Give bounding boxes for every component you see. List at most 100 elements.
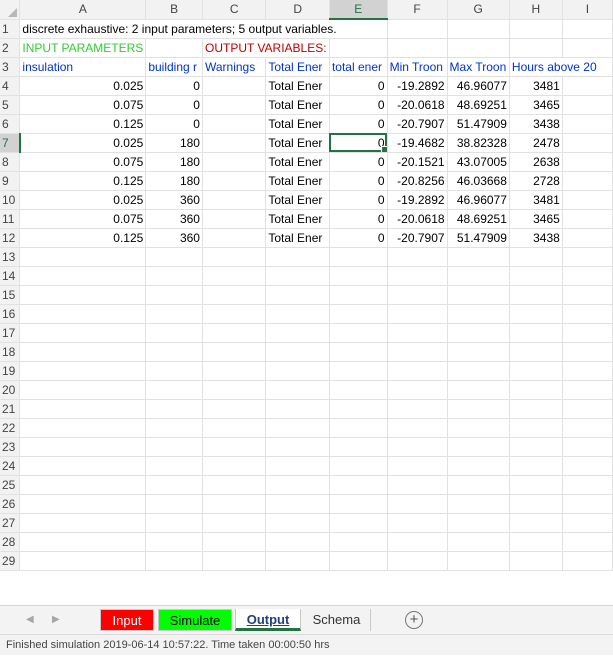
cell[interactable] [19,266,147,286]
cell[interactable] [509,494,563,514]
row-header[interactable]: 11 [0,209,21,229]
cell[interactable] [562,247,613,267]
cell[interactable] [265,285,330,305]
cell[interactable] [387,418,448,438]
cell-a6[interactable]: 0.125 [19,114,147,134]
cell[interactable] [447,247,510,267]
cell-b9[interactable]: 180 [145,171,203,191]
cell[interactable] [447,532,510,552]
cell-f4[interactable]: -19.2892 [387,76,448,96]
row-header[interactable]: 10 [0,190,21,210]
cell[interactable] [509,418,563,438]
cell[interactable] [145,399,203,419]
cell-d9[interactable]: Total Ener [265,171,330,191]
cell-a2-input-label[interactable]: INPUT PARAMETERS [19,38,147,58]
header-cell-building[interactable]: building r [145,57,203,77]
cell[interactable] [202,342,267,362]
cell[interactable] [202,304,267,324]
row-header[interactable]: 14 [0,266,21,286]
cell-f9[interactable]: -20.8256 [387,171,448,191]
cell-b4[interactable]: 0 [145,76,203,96]
cell-b6[interactable]: 0 [145,114,203,134]
cell[interactable] [509,532,563,552]
cell[interactable] [265,418,330,438]
row-header[interactable]: 2 [0,38,21,58]
cell-c6[interactable] [202,114,267,134]
cell[interactable] [145,456,203,476]
add-sheet-icon[interactable]: + [405,611,423,629]
cell-f7[interactable]: -19.4682 [387,133,448,153]
row-header[interactable]: 21 [0,399,21,419]
cell[interactable] [387,361,448,381]
row-header[interactable]: 27 [0,513,21,533]
cell[interactable] [202,380,267,400]
cell[interactable] [562,456,613,476]
cell[interactable] [265,532,330,552]
cell-d6[interactable]: Total Ener [265,114,330,134]
cell[interactable] [447,399,510,419]
cell[interactable] [562,361,613,381]
tab-simulate[interactable]: Simulate [158,609,232,631]
column-header-f[interactable]: F [387,0,448,20]
cell[interactable] [447,266,510,286]
cell-b8[interactable]: 180 [145,152,203,172]
cell[interactable] [387,266,448,286]
cell-g8[interactable]: 43.07005 [447,152,510,172]
cell[interactable] [145,342,203,362]
cell-h8[interactable]: 2638 [509,152,563,172]
cell[interactable] [265,304,330,324]
cell[interactable] [202,323,267,343]
cell-d5[interactable]: Total Ener [265,95,330,115]
cell[interactable] [329,494,388,514]
cell[interactable] [202,247,267,267]
cell-c2-output-label[interactable]: OUTPUT VARIABLES: [202,38,330,58]
column-header-g[interactable]: G [447,0,510,20]
cell[interactable] [145,247,203,267]
cell-h7[interactable]: 2478 [509,133,563,153]
tab-output[interactable]: Output [235,609,301,631]
cell[interactable] [202,361,267,381]
cell[interactable] [562,19,613,39]
header-cell-total-energy-2[interactable]: total ener [329,57,388,77]
cell[interactable] [509,304,563,324]
row-header[interactable]: 8 [0,152,21,172]
cell-g9[interactable]: 46.03668 [447,171,510,191]
cell[interactable] [329,399,388,419]
cell[interactable] [509,437,563,457]
select-all-corner[interactable] [0,0,21,20]
cell-g10[interactable]: 46.96077 [447,190,510,210]
row-header[interactable]: 28 [0,532,21,552]
cell-b12[interactable]: 360 [145,228,203,248]
cell-h4[interactable]: 3481 [509,76,563,96]
tab-schema[interactable]: Schema [303,609,371,631]
cell-g12[interactable]: 51.47909 [447,228,510,248]
cell[interactable] [509,380,563,400]
cell[interactable] [387,380,448,400]
cell[interactable] [562,494,613,514]
cell[interactable] [329,38,388,58]
cell-b11[interactable]: 360 [145,209,203,229]
column-header-c[interactable]: C [202,0,267,20]
cell-h9[interactable]: 2728 [509,171,563,191]
cell-c5[interactable] [202,95,267,115]
cell[interactable] [19,361,147,381]
cell[interactable] [387,19,448,39]
cell[interactable] [509,342,563,362]
cell-g7[interactable]: 38.82328 [447,133,510,153]
cell[interactable] [509,456,563,476]
cell[interactable] [562,152,613,172]
cell[interactable] [329,456,388,476]
cell[interactable] [447,456,510,476]
scroll-right-icon[interactable]: ▶ [52,614,60,625]
cell-c4[interactable] [202,76,267,96]
cell[interactable] [145,380,203,400]
cell[interactable] [562,95,613,115]
cell[interactable] [447,418,510,438]
cell[interactable] [19,437,147,457]
cell-b7[interactable]: 180 [145,133,203,153]
cell[interactable] [562,399,613,419]
cell[interactable] [562,38,613,58]
row-header[interactable]: 29 [0,551,21,571]
cell[interactable] [265,456,330,476]
cell[interactable] [447,342,510,362]
